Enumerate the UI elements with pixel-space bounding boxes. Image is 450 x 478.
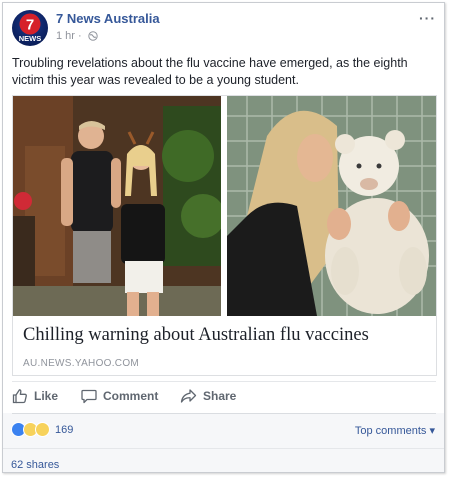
globe-icon [88, 31, 98, 41]
link-image-left [13, 96, 221, 316]
share-arrow-icon [180, 389, 197, 403]
share-label: Share [203, 389, 237, 403]
footer-divider [12, 413, 436, 414]
comment-label: Comment [103, 389, 159, 403]
thumbs-up-icon [12, 389, 27, 404]
post-time[interactable]: 1 hr [56, 30, 75, 42]
wow-reaction-icon [35, 422, 50, 437]
avatar-logo-text: 7 [26, 17, 34, 34]
page-name-link[interactable]: 7 News Australia [56, 11, 160, 26]
like-label: Like [34, 389, 59, 403]
shares-count[interactable]: 62 shares [11, 459, 59, 471]
top-comments-dropdown[interactable]: Top comments ▾ [355, 424, 435, 437]
footer-divider-2 [3, 448, 444, 449]
post-footer: 169 Top comments ▾ 62 shares [3, 413, 444, 472]
post-actions: Like Comment Share [12, 384, 436, 408]
link-preview[interactable]: Chilling warning about Australian flu va… [12, 95, 437, 376]
share-button[interactable]: Share [180, 384, 236, 408]
like-button[interactable]: Like [12, 384, 58, 408]
divider [12, 381, 436, 382]
reaction-count[interactable]: 169 [55, 424, 73, 436]
post-card: 7 NEWS 7 News Australia 1 hr · ··· Troub… [2, 2, 445, 473]
link-domain: AU.NEWS.YAHOO.COM [23, 358, 140, 369]
post-meta: 1 hr · [56, 30, 98, 42]
post-header: 7 NEWS 7 News Australia 1 hr · ··· [12, 10, 436, 48]
avatar-sub-text: NEWS [19, 34, 42, 43]
post-text: Troubling revelations about the flu vacc… [12, 56, 408, 87]
more-options-button[interactable]: ··· [419, 10, 436, 26]
reactions-summary[interactable]: 169 [11, 422, 73, 437]
link-title[interactable]: Chilling warning about Australian flu va… [23, 325, 369, 346]
link-image-right [227, 96, 436, 316]
comment-button[interactable]: Comment [81, 384, 158, 408]
page-avatar[interactable]: 7 NEWS [12, 10, 48, 46]
comment-bubble-icon [81, 389, 97, 404]
seven-news-logo: 7 NEWS [19, 13, 42, 43]
